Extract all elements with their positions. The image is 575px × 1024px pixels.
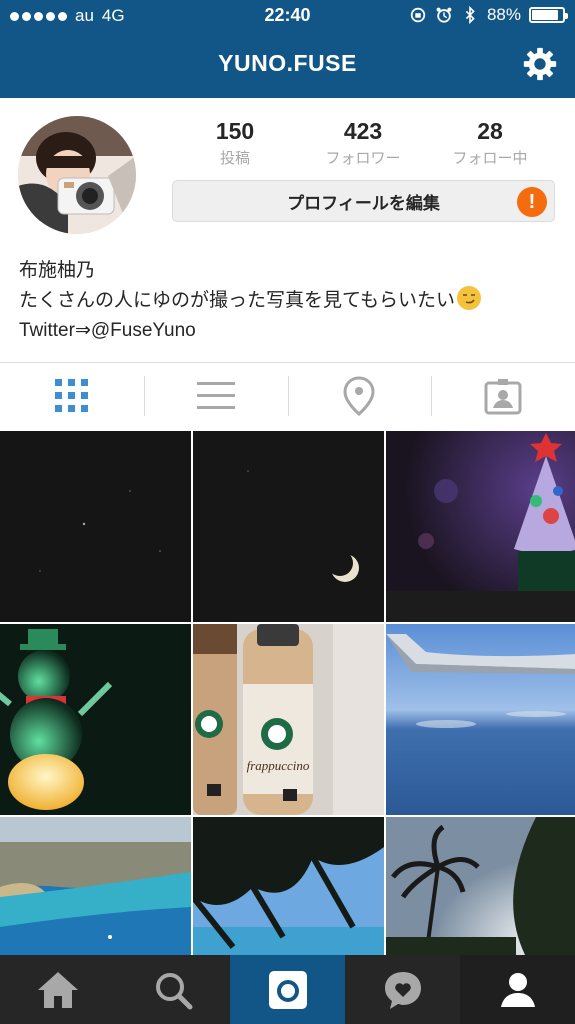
tab-grid[interactable] — [0, 363, 144, 429]
edit-profile-label: プロフィールを編集 — [287, 193, 440, 213]
posts-count: 150 — [215, 118, 255, 144]
tab-list[interactable] — [143, 363, 288, 429]
twitter-link[interactable]: Twitter⇒@FuseYuno — [19, 316, 559, 346]
activity-heart-icon — [384, 971, 421, 1009]
nav-search[interactable] — [115, 955, 230, 1024]
search-icon — [155, 972, 192, 1009]
nav-activity[interactable] — [345, 955, 460, 1024]
smirk-emoji-icon — [457, 286, 482, 310]
edit-profile-button[interactable]: プロフィールを編集 ! — [172, 180, 555, 222]
camera-icon — [268, 970, 307, 1009]
following-count: 28 — [477, 118, 503, 144]
photo-airplane-wing[interactable] — [386, 624, 575, 815]
followers-label: フォロワー — [325, 150, 401, 167]
following-label: フォロー中 — [452, 150, 528, 167]
bio-line: たくさんの人にゆのが撮った写真を見てもらいたい — [19, 286, 559, 316]
photo-palm-sunset[interactable] — [386, 817, 575, 955]
bottle-brand-text: frappuccino — [247, 758, 310, 773]
avatar[interactable] — [18, 116, 136, 234]
posts-label: 投稿 — [219, 150, 250, 167]
photo-night-sky[interactable] — [0, 431, 191, 622]
location-pin-icon — [343, 376, 375, 416]
photo-coastal-city[interactable] — [0, 817, 191, 955]
photo-snowman[interactable] — [0, 624, 191, 815]
status-bar: au 4G 22:40 88% — [0, 0, 575, 32]
list-icon — [196, 382, 235, 409]
home-icon — [37, 971, 78, 1008]
profile-name: 布施柚乃 — [19, 260, 96, 281]
battery-percent: 88% — [486, 5, 521, 24]
alert-badge[interactable]: ! — [517, 187, 547, 217]
photo-frappuccino[interactable]: frappuccino — [193, 624, 384, 815]
grid-icon — [54, 379, 88, 412]
gear-icon[interactable] — [521, 45, 559, 83]
alarm-icon — [436, 7, 452, 23]
tab-map[interactable] — [287, 363, 432, 429]
rotation-lock-icon — [410, 7, 426, 23]
stat-followers[interactable]: 423 フォロワー — [303, 118, 423, 168]
stat-following[interactable]: 28 フォロー中 — [430, 118, 550, 168]
photo-christmas-tree[interactable] — [386, 431, 575, 622]
battery-icon — [529, 7, 568, 23]
bluetooth-icon — [465, 6, 475, 24]
bottom-nav — [0, 955, 575, 1024]
profile-bio: 布施柚乃 たくさんの人にゆのが撮った写真を見てもらいたい Twitter⇒@Fu… — [19, 256, 559, 346]
photo-palm-leaves[interactable] — [193, 817, 384, 955]
tagged-person-icon — [484, 379, 522, 415]
top-bar: au 4G 22:40 88% YUNO.FUSE — [0, 0, 575, 98]
profile-icon — [500, 972, 535, 1007]
followers-count: 423 — [343, 118, 383, 144]
stat-posts[interactable]: 150 投稿 — [175, 118, 295, 168]
photo-grid: frappuccino — [0, 431, 575, 955]
nav-home[interactable] — [0, 955, 115, 1024]
page-title: YUNO.FUSE — [218, 50, 357, 76]
nav-camera[interactable] — [230, 955, 345, 1024]
tab-tagged[interactable] — [431, 363, 575, 429]
nav-profile[interactable] — [460, 955, 575, 1024]
bio-text: たくさんの人にゆのが撮った写真を見てもらいたい — [19, 290, 456, 311]
photo-crescent-moon[interactable] — [193, 431, 384, 622]
view-tabs — [0, 363, 575, 429]
